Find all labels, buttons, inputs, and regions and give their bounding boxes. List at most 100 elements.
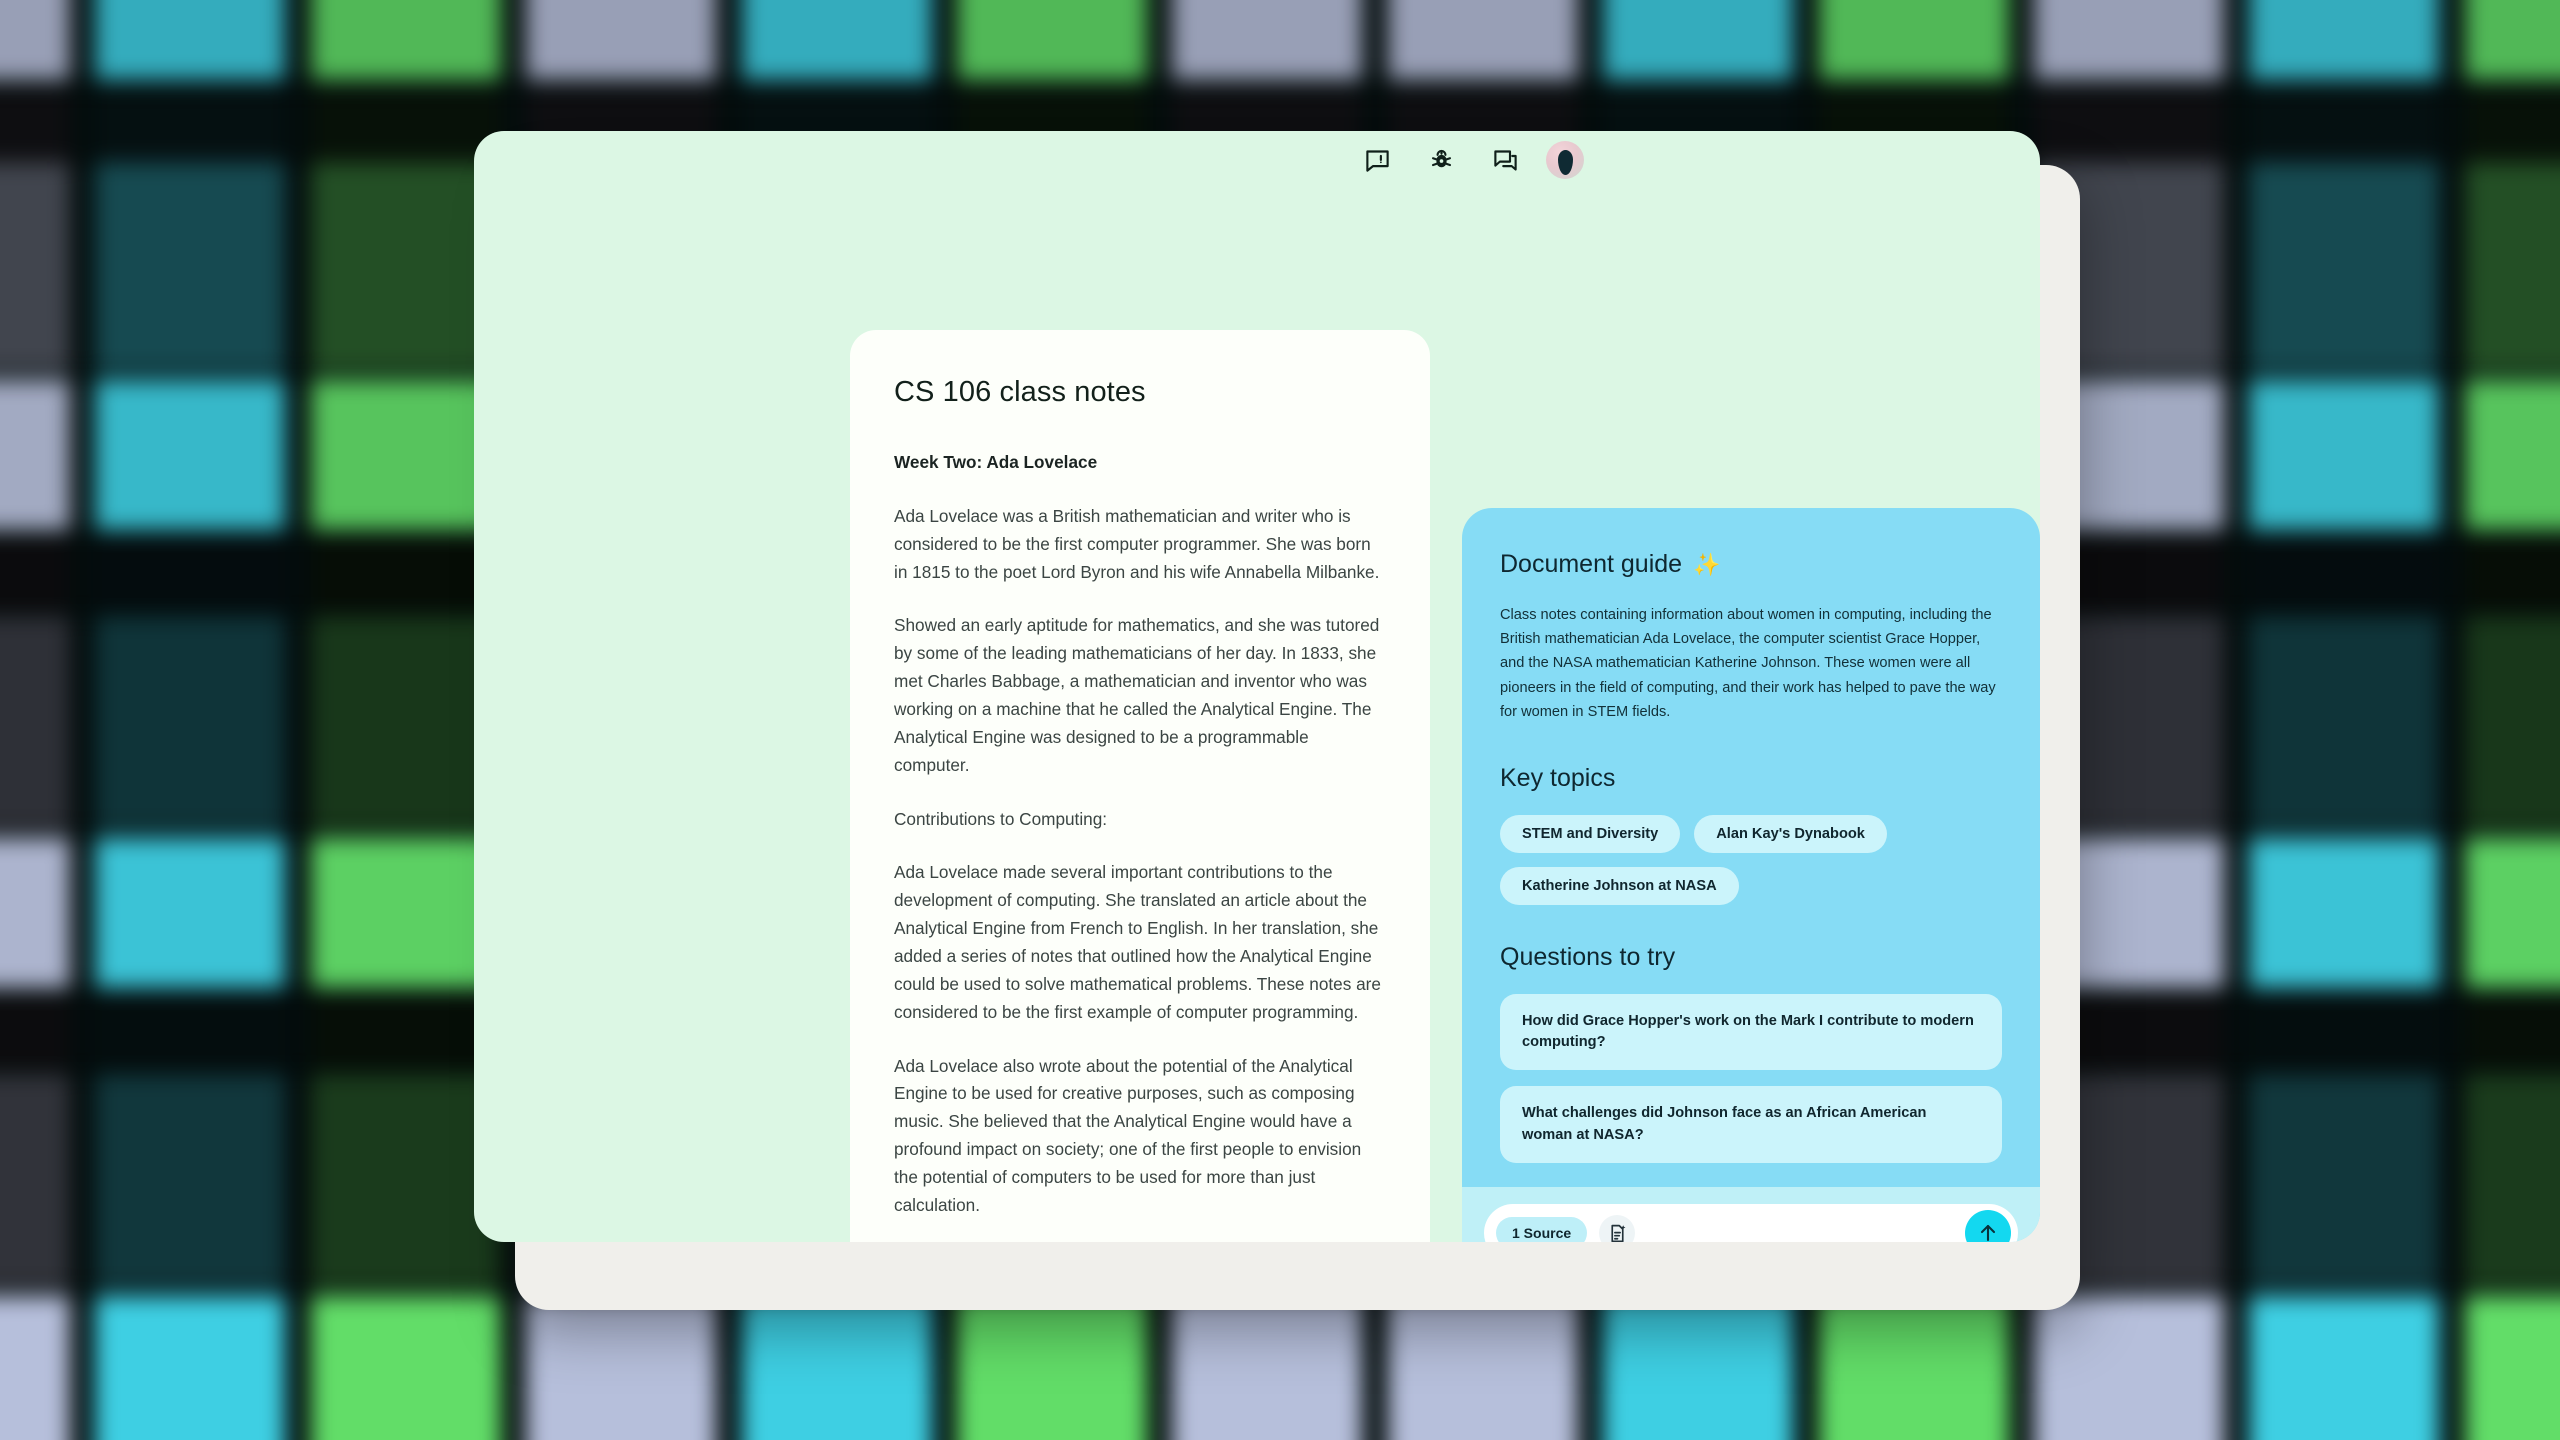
wallpaper-cell bbox=[2464, 162, 2560, 372]
wallpaper-gap bbox=[2223, 162, 2250, 372]
wallpaper-gap bbox=[2439, 616, 2465, 831]
source-count-chip[interactable]: 1 Source bbox=[1496, 1217, 1588, 1242]
wallpaper-cell bbox=[741, 0, 932, 80]
wallpaper-gap bbox=[285, 1296, 311, 1440]
wallpaper-cell bbox=[310, 616, 501, 831]
wallpaper-gap bbox=[1362, 1296, 1388, 1440]
wallpaper-cell bbox=[310, 380, 501, 530]
document-body: Week Two: Ada Lovelace Ada Lovelace was a… bbox=[894, 449, 1386, 1220]
wallpaper-gap bbox=[2223, 380, 2250, 530]
wallpaper-cell bbox=[0, 90, 71, 160]
wallpaper-gap bbox=[285, 0, 311, 80]
topbar-actions bbox=[1354, 137, 1584, 183]
avatar[interactable] bbox=[1546, 141, 1584, 179]
wallpaper-gap bbox=[931, 0, 957, 80]
send-button[interactable] bbox=[1965, 1210, 2011, 1242]
wallpaper-gap bbox=[2439, 996, 2465, 1068]
wallpaper-cell bbox=[2249, 616, 2440, 831]
wallpaper-cell bbox=[1603, 0, 1794, 80]
wallpaper-gap bbox=[2008, 0, 2034, 80]
wallpaper-gap bbox=[2223, 996, 2250, 1068]
wallpaper-gap bbox=[2223, 1296, 2250, 1440]
wallpaper-gap bbox=[931, 1296, 957, 1440]
key-topic-chip[interactable]: Alan Kay's Dynabook bbox=[1694, 815, 1887, 854]
wallpaper-cell bbox=[1818, 1296, 2009, 1440]
wallpaper-gap bbox=[70, 996, 96, 1068]
wallpaper-gap bbox=[2439, 1296, 2465, 1440]
document-paragraph: Week Two: Ada Lovelace bbox=[894, 452, 1098, 472]
app-topbar: CS History bbox=[474, 131, 1610, 203]
wallpaper-cell bbox=[2033, 90, 2224, 160]
wallpaper-cell bbox=[95, 996, 286, 1068]
wallpaper-cell bbox=[2249, 162, 2440, 372]
wallpaper-cell bbox=[2249, 0, 2440, 80]
wallpaper-cell bbox=[2249, 538, 2440, 610]
wallpaper-cell bbox=[95, 838, 286, 988]
wallpaper-gap bbox=[2439, 538, 2465, 610]
wallpaper-cell bbox=[0, 162, 71, 372]
wallpaper-cell bbox=[0, 838, 71, 988]
chat-icon[interactable] bbox=[1482, 137, 1528, 183]
wallpaper-cell bbox=[95, 1074, 286, 1289]
document-fade-overlay bbox=[850, 1241, 1430, 1242]
guide-description: Class notes containing information about… bbox=[1500, 607, 1996, 720]
wallpaper-cell bbox=[2249, 90, 2440, 160]
wallpaper-cell bbox=[526, 0, 717, 80]
wallpaper-gap bbox=[1793, 0, 1819, 80]
guide-title: Document guide bbox=[1500, 550, 1683, 578]
wallpaper-cell bbox=[95, 538, 286, 610]
bug-report-icon[interactable] bbox=[1418, 137, 1464, 183]
wallpaper-gap bbox=[2223, 538, 2250, 610]
wallpaper-gap bbox=[70, 1074, 96, 1289]
wallpaper-gap bbox=[1147, 1296, 1173, 1440]
suggested-question[interactable]: What challenges did Johnson face as an A… bbox=[1500, 1086, 2002, 1163]
wallpaper-gap bbox=[1147, 0, 1173, 80]
questions-heading: Questions to try bbox=[1500, 943, 1676, 972]
wallpaper-cell bbox=[95, 162, 286, 372]
wallpaper-cell bbox=[310, 538, 501, 610]
wallpaper-cell bbox=[2033, 0, 2224, 80]
key-topic-chip[interactable]: Katherine Johnson at NASA bbox=[1500, 867, 1739, 906]
document-title: CS 106 class notes bbox=[894, 376, 1146, 408]
key-topics-list: STEM and Diversity Alan Kay's Dynabook Kat… bbox=[1500, 815, 2002, 906]
document-paragraph: Contributions to Computing: bbox=[894, 808, 1108, 829]
wallpaper-cell bbox=[2464, 616, 2560, 831]
wallpaper-cell bbox=[0, 996, 71, 1068]
wallpaper-gap bbox=[70, 838, 96, 988]
wallpaper-gap bbox=[285, 996, 311, 1068]
composer-input[interactable] bbox=[1647, 1224, 1953, 1242]
wallpaper-gap bbox=[500, 0, 527, 80]
wallpaper-gap bbox=[716, 1296, 742, 1440]
wallpaper-cell bbox=[2249, 996, 2440, 1068]
wallpaper-row bbox=[0, 0, 2560, 80]
document-paragraph: Showed an early aptitude for mathematics… bbox=[894, 615, 1380, 775]
wallpaper-gap bbox=[285, 380, 311, 530]
wallpaper-cell bbox=[2033, 1296, 2224, 1440]
composer-bar: 1 Source bbox=[1484, 1204, 2018, 1242]
wallpaper-gap bbox=[285, 1074, 311, 1289]
document-sparkle-icon[interactable] bbox=[1599, 1215, 1636, 1242]
wallpaper-cell bbox=[2464, 1296, 2560, 1440]
wallpaper-cell bbox=[310, 1296, 501, 1440]
suggested-question[interactable]: How did Grace Hopper's work on the Mark … bbox=[1500, 994, 2002, 1071]
wallpaper-gap bbox=[2439, 0, 2465, 80]
wallpaper-cell bbox=[0, 1296, 71, 1440]
wallpaper-gap bbox=[2223, 616, 2250, 831]
wallpaper-cell bbox=[310, 1074, 501, 1289]
wallpaper-cell bbox=[956, 0, 1147, 80]
feedback-icon[interactable] bbox=[1354, 137, 1400, 183]
document-paragraph: Ada Lovelace also wrote about the potent… bbox=[894, 1055, 1362, 1215]
wallpaper-cell bbox=[95, 380, 286, 530]
wallpaper-cell bbox=[2464, 538, 2560, 610]
wallpaper-cell bbox=[310, 996, 501, 1068]
wallpaper-cell bbox=[0, 380, 71, 530]
key-topics-heading: Key topics bbox=[1500, 764, 1616, 793]
wallpaper-gap bbox=[70, 380, 96, 530]
wallpaper-cell bbox=[310, 0, 501, 80]
wallpaper-gap bbox=[70, 1296, 96, 1440]
wallpaper-cell bbox=[2464, 90, 2560, 160]
document-paragraph: Ada Lovelace was a British mathematician… bbox=[894, 505, 1380, 582]
key-topic-chip[interactable]: STEM and Diversity bbox=[1500, 815, 1681, 854]
wallpaper-gap bbox=[2439, 1074, 2465, 1289]
wallpaper-cell bbox=[1172, 1296, 1363, 1440]
